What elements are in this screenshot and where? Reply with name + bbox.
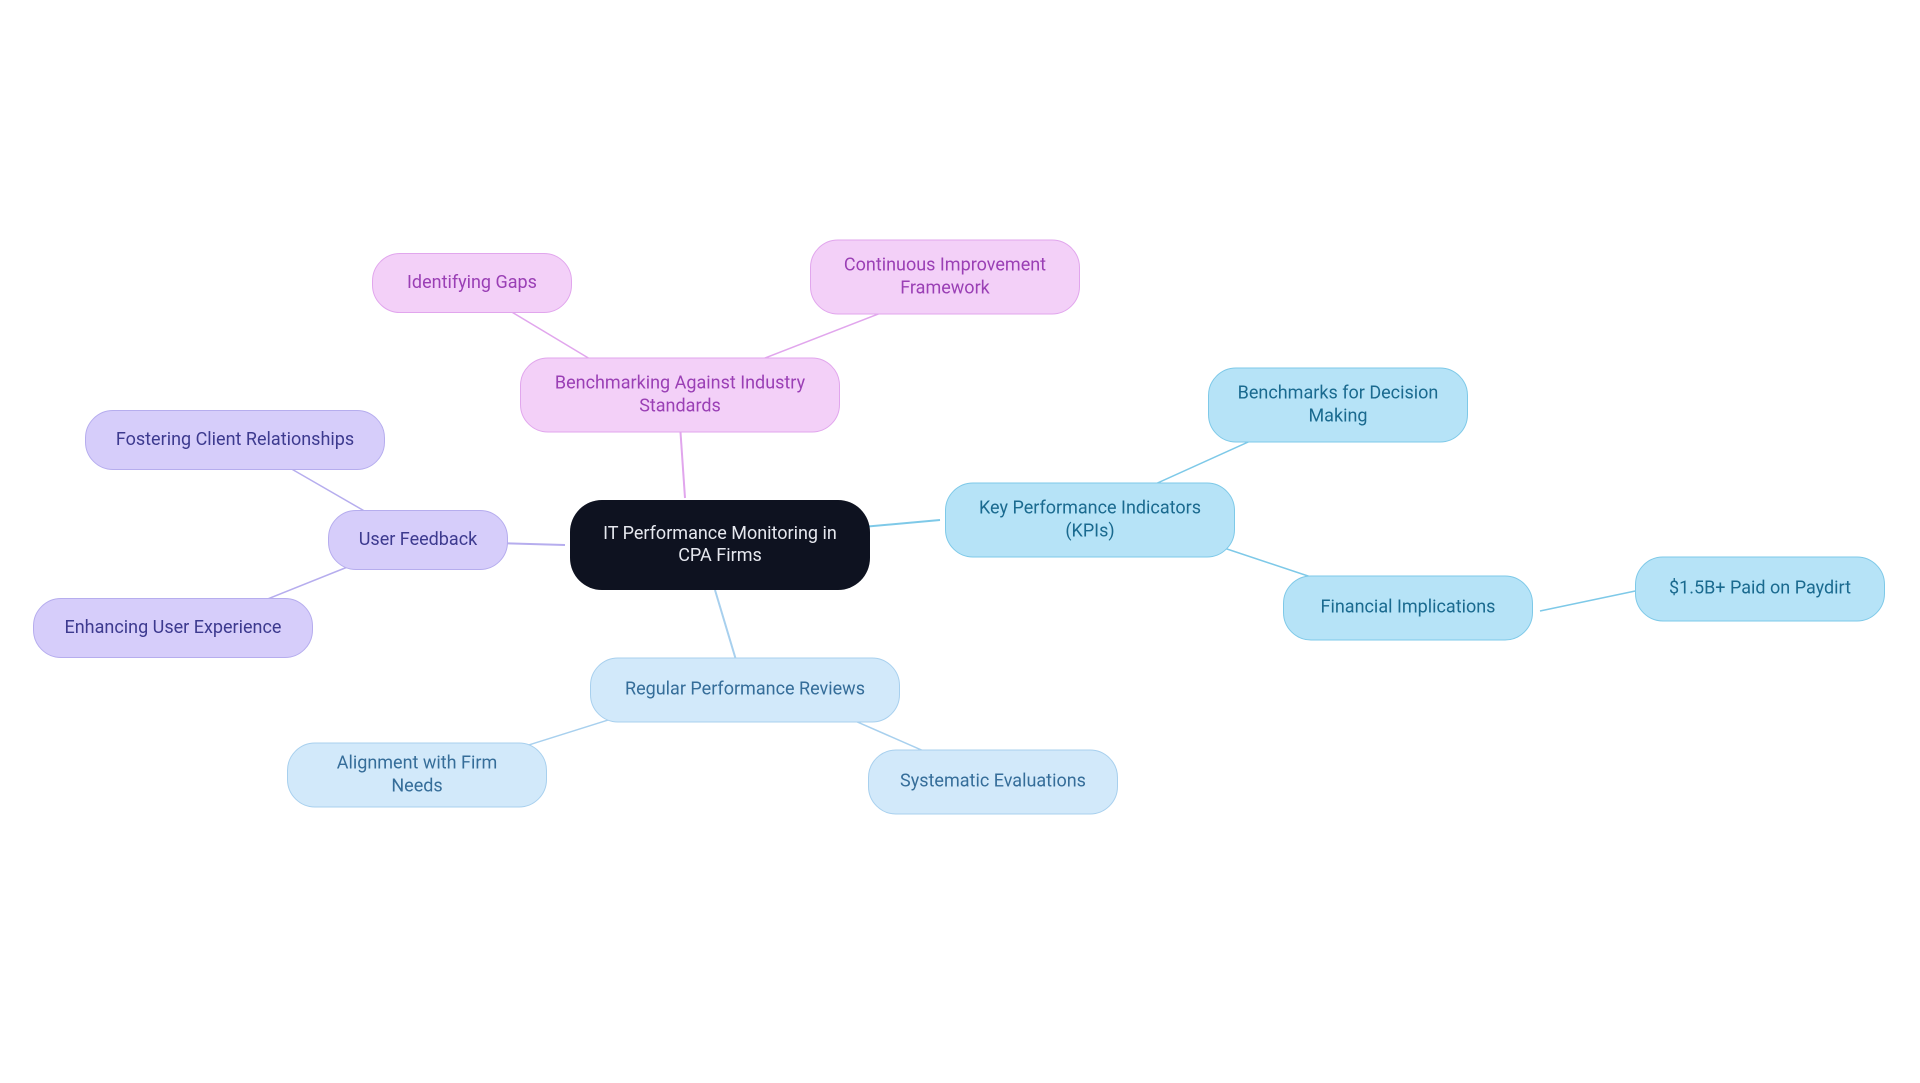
kpi-financial-node: Financial Implications [1283, 576, 1533, 641]
benchmarking-framework-node: Continuous Improvement Framework [810, 240, 1080, 315]
benchmarking-node: Benchmarking Against Industry Standards [520, 358, 840, 433]
kpi-paydirt-node: $1.5B+ Paid on Paydirt [1635, 557, 1885, 622]
feedback-enhancing-node: Enhancing User Experience [33, 598, 313, 658]
reviews-node: Regular Performance Reviews [590, 658, 900, 723]
reviews-alignment-node: Alignment with Firm Needs [287, 743, 547, 808]
center-node: IT Performance Monitoring in CPA Firms [570, 500, 870, 590]
benchmarking-gaps-node: Identifying Gaps [372, 253, 572, 313]
reviews-systematic-node: Systematic Evaluations [868, 750, 1118, 815]
feedback-fostering-node: Fostering Client Relationships [85, 410, 385, 470]
kpi-node: Key Performance Indicators (KPIs) [945, 483, 1235, 558]
kpi-benchmarks-node: Benchmarks for Decision Making [1208, 368, 1468, 443]
feedback-node: User Feedback [328, 510, 508, 570]
